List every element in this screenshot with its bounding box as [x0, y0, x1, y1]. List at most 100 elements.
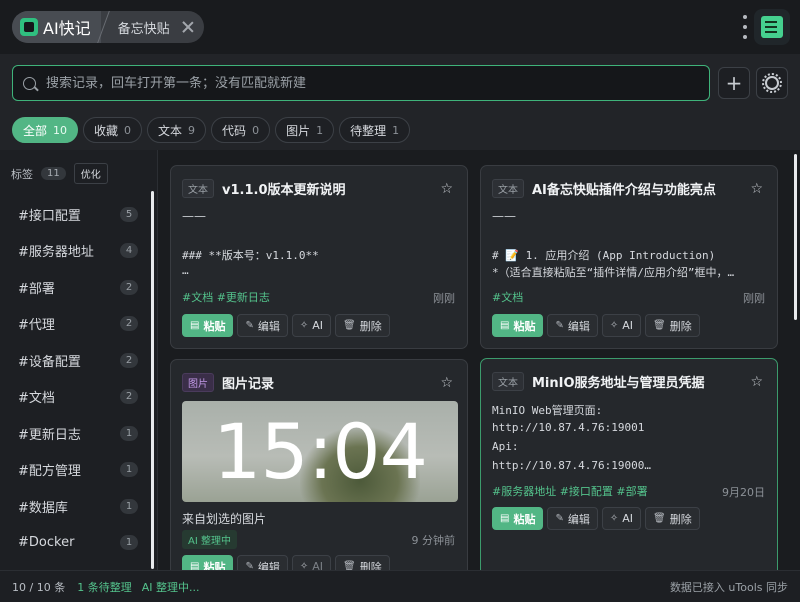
edit-label: 编辑 [567, 319, 590, 333]
pencil-icon: ✎ [245, 320, 254, 331]
delete-button[interactable]: 🗑 删除 [645, 314, 700, 337]
note-card[interactable]: 文本 AI备忘快贴插件介绍与功能亮点 ☆ —— # 📝 1. 应用介绍 (App… [480, 165, 778, 349]
cards-area: 文本 v1.1.0版本更新说明 ☆ —— ### **版本号：v1.1.0** … [158, 150, 800, 570]
image-clock-text: 15:04 [212, 407, 428, 496]
pencil-icon: ✎ [245, 561, 254, 570]
sidebar-item-tag[interactable]: #部署 2 [0, 269, 148, 306]
search-box [12, 65, 710, 101]
sidebar-item-tag[interactable]: #代理 2 [0, 306, 148, 343]
note-card[interactable]: 文本 v1.1.0版本更新说明 ☆ —— ### **版本号：v1.1.0** … [170, 165, 468, 349]
card-actions: ▤ 粘贴 ✎ 编辑 ✧ AI 🗑 删除 [492, 507, 700, 530]
ai-button[interactable]: ✧ AI [291, 555, 332, 570]
filter-pending[interactable]: 待整理 1 [339, 117, 411, 143]
filter-favorites[interactable]: 收藏 0 [83, 117, 143, 143]
ai-status-badge: AI 整理中 [182, 530, 237, 549]
add-button[interactable]: + [718, 67, 750, 99]
search-icon [23, 76, 36, 90]
trash-icon: 🗑 [653, 320, 666, 331]
delete-label: 删除 [669, 319, 692, 333]
more-menu-icon[interactable] [742, 15, 748, 39]
card-content-line: http://10.87.4.76:19000… [492, 459, 651, 472]
sidebar-header: 标签 11 优化 [11, 163, 108, 184]
sidebar-item-tag[interactable]: #服务器地址 4 [0, 233, 148, 270]
card-time: 9 分钟前 [411, 534, 456, 547]
note-card-selected[interactable]: 文本 MinIO服务地址与管理员凭据 ☆ MinIO Web管理页面: http… [480, 358, 778, 570]
plugin-icon[interactable] [754, 9, 790, 45]
sidebar-item-tag[interactable]: #文档 2 [0, 379, 148, 416]
cards-scrollbar[interactable] [794, 154, 797, 320]
card-title-row: 文本 v1.1.0版本更新说明 [182, 179, 346, 198]
ai-button[interactable]: ✧ AI [601, 314, 642, 337]
card-content-line: ### **版本号：v1.1.0** [182, 249, 319, 262]
paste-button[interactable]: ▤ 粘贴 [492, 507, 544, 530]
filter-count: 9 [188, 123, 196, 137]
tag-name: #数据库 [18, 500, 68, 516]
sidebar-item-tag[interactable]: #Docker 1 [0, 525, 148, 562]
tag-name: #配方管理 [18, 464, 81, 480]
filter-images[interactable]: 图片 1 [275, 117, 335, 143]
clipboard-icon: ▤ [190, 320, 200, 331]
tag-list: #接口配置 5 #服务器地址 4 #部署 2 #代理 2 #设备配置 2 #文档 2 #更新… [0, 196, 148, 561]
star-icon[interactable]: ☆ [440, 375, 453, 391]
sidebar-item-tag[interactable]: #数据库 1 [0, 488, 148, 525]
edit-button[interactable]: ✎ 编辑 [547, 507, 598, 530]
tag-count: 2 [120, 352, 138, 368]
delete-label: 删除 [669, 512, 692, 526]
tab-current[interactable]: 备忘快贴 [106, 11, 204, 43]
filter-label: 全部 [23, 123, 48, 138]
card-actions: ▤ 粘贴 ✎ 编辑 ✧ AI 🗑 删除 [182, 555, 390, 570]
star-icon[interactable]: ☆ [750, 374, 763, 390]
sidebar-tag-count: 11 [41, 167, 66, 180]
sidebar-item-tag[interactable]: #更新日志 1 [0, 415, 148, 452]
star-icon[interactable]: ☆ [440, 181, 453, 197]
sidebar-scrollbar[interactable] [151, 191, 154, 569]
sync-status: 数据已接入 uTools 同步 [669, 580, 788, 594]
card-tags[interactable]: #文档 #更新日志 [182, 289, 270, 305]
card-type-badge: 文本 [492, 179, 524, 198]
edit-button[interactable]: ✎ 编辑 [237, 555, 288, 570]
card-tags[interactable]: #服务器地址 #接口配置 #部署 [492, 483, 648, 499]
image-card[interactable]: 图片 图片记录 ☆ 15:04 来自划选的图片 AI 整理中 9 分钟前 ▤ 粘贴… [170, 359, 468, 570]
image-caption: 来自划选的图片 [182, 512, 267, 526]
filter-all[interactable]: 全部 10 [12, 117, 79, 143]
trash-icon: 🗑 [343, 320, 356, 331]
ai-button[interactable]: ✧ AI [601, 507, 642, 530]
edit-button[interactable]: ✎ 编辑 [237, 314, 288, 337]
sidebar-item-tag[interactable]: #配方管理 1 [0, 452, 148, 489]
pending-count-link[interactable]: 1 条待整理 [77, 579, 132, 595]
tag-name: #Docker [18, 535, 75, 551]
ai-label: AI [312, 319, 324, 332]
delete-button[interactable]: 🗑 删除 [645, 507, 700, 530]
optimize-button[interactable]: 优化 [73, 163, 108, 184]
top-bar: AI快记 备忘快贴 [0, 0, 800, 54]
card-content-line: *（适合直接粘贴至“插件详情/应用介绍”框中，… [492, 266, 735, 279]
search-input[interactable] [46, 75, 686, 91]
filter-code[interactable]: 代码 0 [211, 117, 271, 143]
star-icon[interactable]: ☆ [750, 181, 763, 197]
card-tags[interactable]: #文档 [492, 289, 523, 305]
settings-button[interactable] [756, 67, 788, 99]
filter-label: 收藏 [94, 123, 119, 138]
edit-button[interactable]: ✎ 编辑 [547, 314, 598, 337]
sidebar-item-tag[interactable]: #接口配置 5 [0, 196, 148, 233]
delete-button[interactable]: 🗑 删除 [335, 555, 390, 570]
card-content-line: … [182, 264, 189, 277]
filter-text[interactable]: 文本 9 [147, 117, 207, 143]
paste-button[interactable]: ▤ 粘贴 [182, 314, 234, 337]
tag-sidebar: 标签 11 优化 #接口配置 5 #服务器地址 4 #部署 2 #代理 2 #设备配置 2… [0, 150, 158, 570]
sidebar-item-tag[interactable]: #设备配置 2 [0, 342, 148, 379]
tag-name: #更新日志 [18, 427, 81, 443]
tag-count: 1 [120, 462, 138, 478]
sparkle-icon: ✧ [299, 561, 309, 570]
delete-button[interactable]: 🗑 删除 [335, 314, 390, 337]
tab-app-home[interactable]: AI快记 [12, 11, 101, 43]
paste-button[interactable]: ▤ 粘贴 [182, 555, 234, 570]
image-preview[interactable]: 15:04 [182, 401, 458, 502]
paste-button[interactable]: ▤ 粘贴 [492, 314, 544, 337]
close-icon[interactable] [182, 21, 194, 33]
plus-icon: + [725, 71, 743, 95]
ai-label: AI [622, 319, 634, 332]
trash-icon: 🗑 [343, 561, 356, 570]
card-title-row: 文本 MinIO服务地址与管理员凭据 [492, 372, 705, 391]
ai-button[interactable]: ✧ AI [291, 314, 332, 337]
